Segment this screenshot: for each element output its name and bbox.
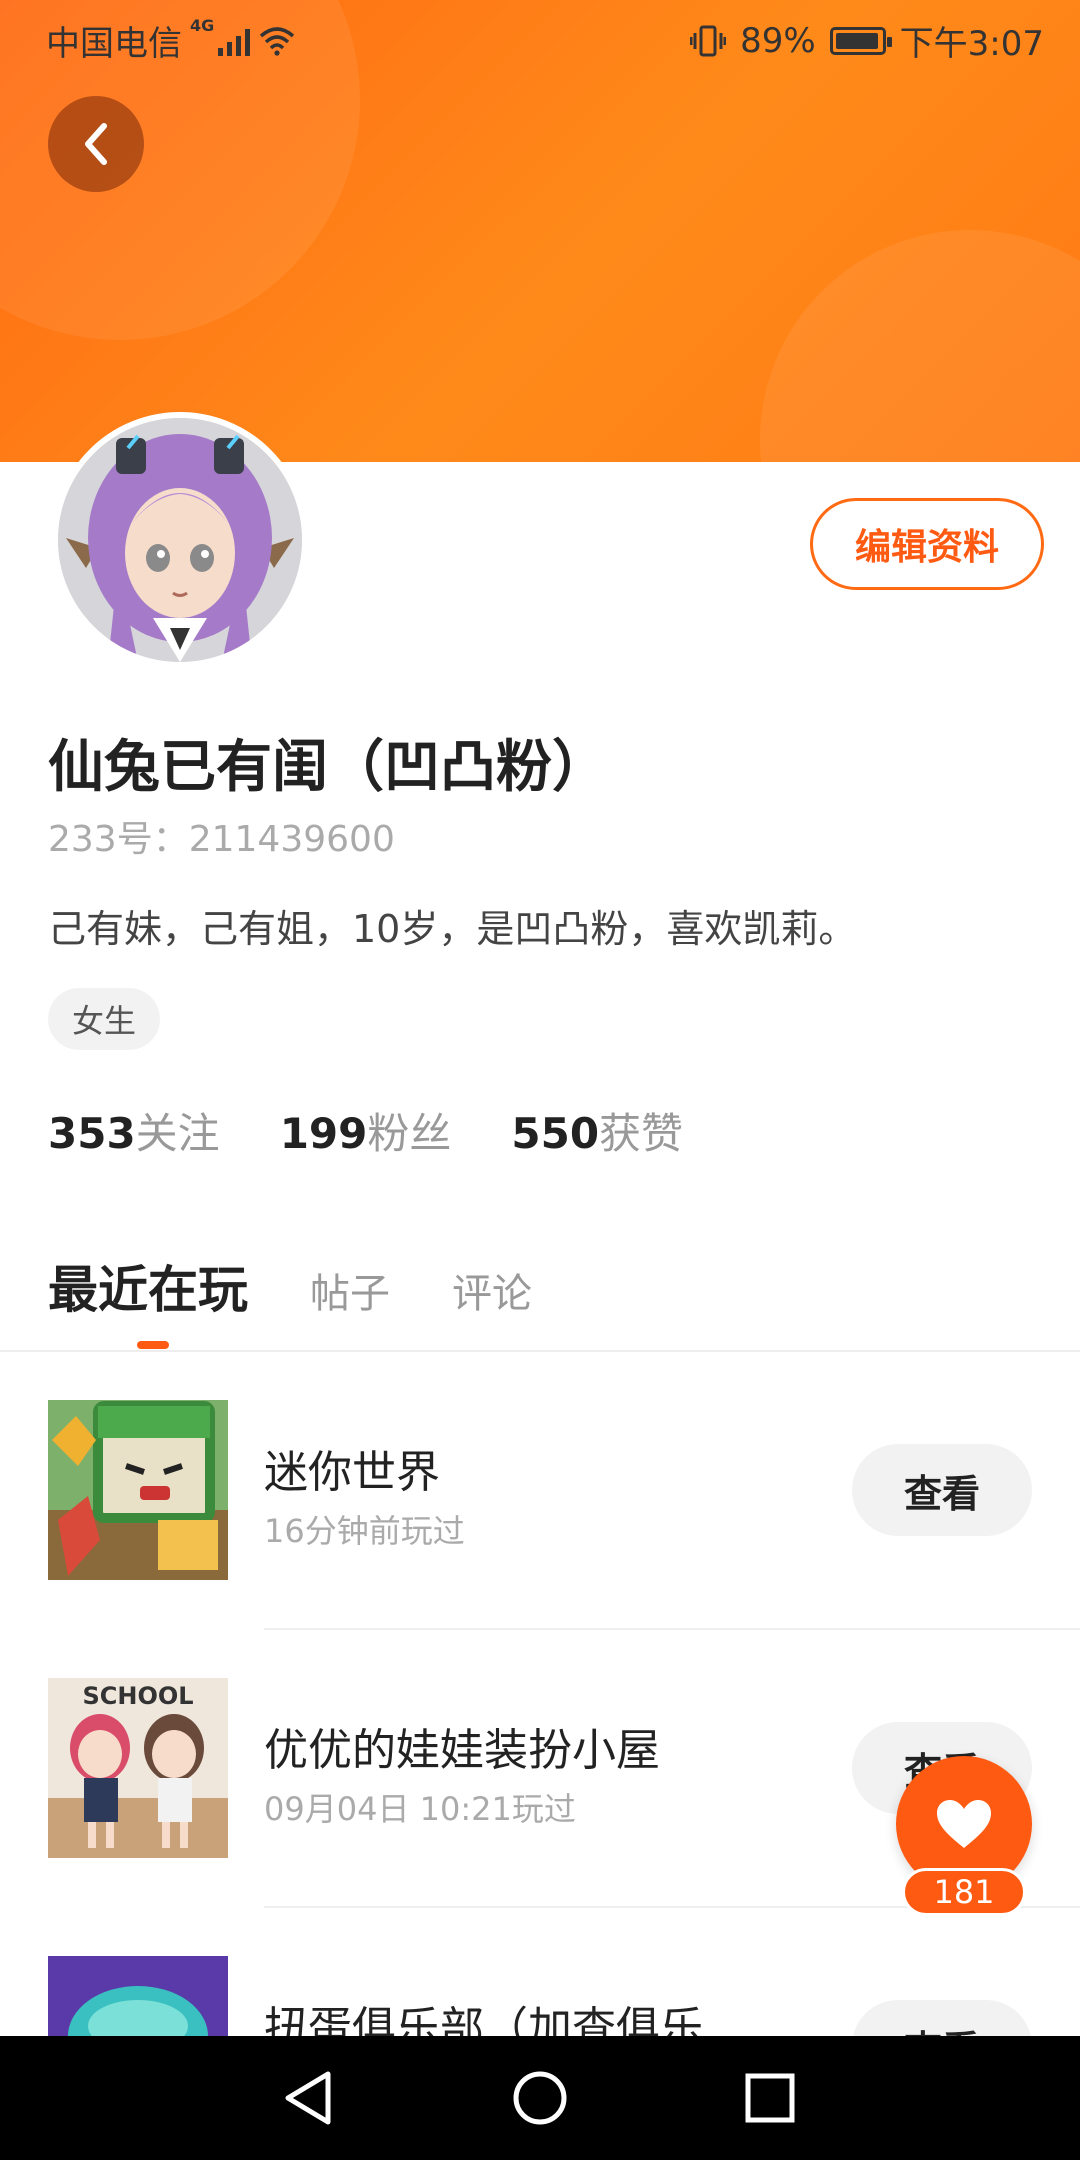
triangle-back-icon: [285, 2071, 331, 2125]
game-thumbnail: [48, 1400, 228, 1580]
user-id: 233号：211439600: [48, 819, 395, 860]
username: 仙兔已有闺（凹凸粉）: [48, 735, 608, 800]
gender-tag: 女生: [48, 988, 161, 1050]
avatar-image: [58, 418, 302, 662]
profile-tabs: 最近在玩 帖子 评论: [48, 1250, 532, 1322]
following-stat[interactable]: 353关注: [48, 1100, 220, 1161]
list-item[interactable]: 迷你世界 16分钟前玩过 查看: [0, 1400, 1080, 1600]
likes-label: 获赞: [599, 1109, 684, 1158]
profile-stats: 353关注 199粉丝 550获赞: [48, 1100, 683, 1161]
row-divider: [264, 1628, 1080, 1630]
nav-back-button[interactable]: [276, 2066, 340, 2130]
game-title: 迷你世界: [264, 1447, 440, 1498]
followers-count: 199: [279, 1109, 368, 1158]
system-nav-bar: [0, 2036, 1080, 2160]
heart-icon: [937, 1800, 991, 1848]
tab-posts[interactable]: 帖子: [310, 1261, 390, 1319]
game-played-time: 16分钟前玩过: [264, 1512, 465, 1550]
following-label: 关注: [135, 1109, 220, 1158]
circle-home-icon: [513, 2071, 567, 2125]
clock: 下午3:07: [899, 24, 1044, 64]
likes-stat[interactable]: 550获赞: [511, 1100, 683, 1161]
thumb-school-text: SCHOOL: [82, 1682, 193, 1710]
carrier-label: 中国电信: [46, 24, 182, 64]
back-button[interactable]: [48, 96, 144, 192]
view-button[interactable]: 查看: [852, 1444, 1032, 1536]
followers-stat[interactable]: 199粉丝: [280, 1100, 452, 1161]
game-thumbnail: SCHOOL: [48, 1678, 228, 1858]
active-tab-indicator: [137, 1341, 169, 1349]
chevron-left-icon: [85, 123, 107, 165]
nav-recents-button[interactable]: [738, 2066, 802, 2130]
like-count-badge: 181: [902, 1868, 1026, 1916]
battery-icon: [829, 26, 892, 55]
tab-comments[interactable]: 评论: [452, 1261, 532, 1319]
tab-recent-games[interactable]: 最近在玩: [48, 1250, 248, 1322]
network-type: 4G: [190, 16, 215, 35]
square-recents-icon: [745, 2073, 795, 2123]
edit-profile-button[interactable]: 编辑资料: [810, 498, 1044, 590]
followers-label: 粉丝: [367, 1109, 452, 1158]
bio: 己有妹，己有姐，10岁，是凹凸粉，喜欢凯莉。: [48, 907, 857, 951]
battery-percent: 89%: [740, 20, 816, 61]
following-count: 353: [48, 1109, 136, 1158]
vibrate-icon: [690, 25, 727, 56]
tabs-divider: [0, 1350, 1080, 1352]
nav-home-button[interactable]: [508, 2066, 572, 2130]
game-played-time: 09月04日 10:21玩过: [264, 1790, 576, 1828]
wifi-icon: [260, 26, 295, 56]
signal-icon: [218, 26, 251, 56]
likes-count: 550: [511, 1109, 600, 1158]
avatar[interactable]: [52, 412, 308, 668]
game-title: 优优的娃娃装扮小屋: [264, 1725, 660, 1776]
status-bar: 中国电信 4G 89% 下午3:07: [0, 0, 1080, 74]
